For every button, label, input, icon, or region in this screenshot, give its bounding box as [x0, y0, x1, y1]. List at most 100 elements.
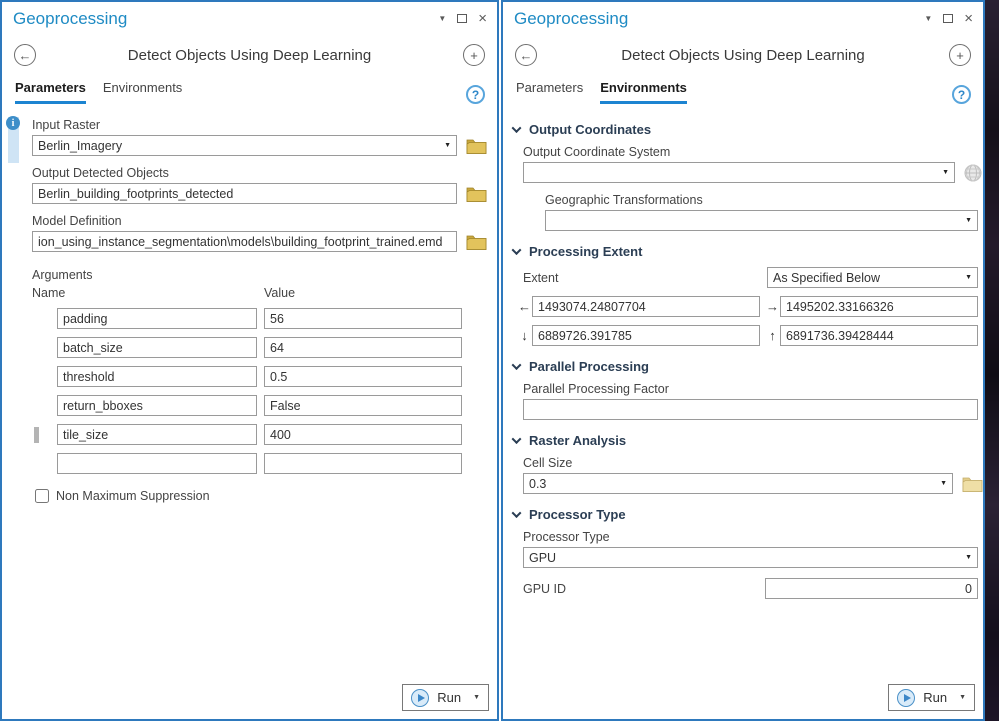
input-raster-value: Berlin_Imagery	[38, 139, 122, 153]
run-play-icon	[897, 689, 915, 707]
processor-type-combobox[interactable]: GPU ▼	[523, 547, 978, 568]
tool-title: Detect Objects Using Deep Learning	[537, 47, 949, 64]
output-label: Output Detected Objects	[32, 166, 497, 180]
arg-name-input[interactable]	[57, 337, 257, 358]
name-column-header: Name	[32, 286, 264, 300]
auto-hide-icon[interactable]: ▼	[438, 15, 446, 23]
section-chevron-icon	[512, 508, 522, 518]
arg-value-input[interactable]	[264, 308, 462, 329]
app-screen: Geoprocessing ▼ × ← Detect Objects Using…	[0, 0, 999, 721]
plus-icon: +	[470, 48, 478, 63]
auto-hide-icon[interactable]: ▼	[924, 15, 932, 23]
section-header[interactable]: Processor Type	[513, 507, 983, 522]
run-options-caret-icon[interactable]: ▼	[959, 694, 966, 701]
back-button[interactable]: ←	[14, 44, 36, 66]
close-icon[interactable]: ×	[964, 11, 973, 26]
arguments-headers: Name Value	[32, 286, 497, 300]
value-column-header: Value	[264, 286, 295, 300]
help-button[interactable]: ?	[466, 85, 485, 104]
section-output-coordinates: Output Coordinates Output Coordinate Sys…	[503, 122, 983, 231]
help-icon: ?	[958, 88, 965, 102]
add-to-model-button[interactable]: +	[949, 44, 971, 66]
run-options-caret-icon[interactable]: ▼	[473, 694, 480, 701]
north-arrow-icon: ↑	[765, 328, 780, 343]
info-icon: i	[6, 116, 20, 130]
output-input[interactable]	[32, 183, 457, 204]
tab-parameters[interactable]: Parameters	[516, 80, 583, 104]
west-arrow-icon: ←	[517, 299, 532, 314]
run-button[interactable]: Run ▼	[402, 684, 489, 711]
row-drag-handle[interactable]	[34, 427, 39, 443]
browse-button[interactable]	[962, 476, 983, 492]
folder-icon	[466, 234, 487, 250]
pane-footer: Run ▼	[402, 684, 489, 711]
section-header[interactable]: Processing Extent	[513, 244, 983, 259]
section-title: Raster Analysis	[529, 433, 626, 448]
back-button[interactable]: ←	[515, 44, 537, 66]
model-input[interactable]	[32, 231, 457, 252]
extent-south-input[interactable]	[532, 325, 760, 346]
extent-row-west-east: ← →	[517, 296, 983, 317]
tab-parameters[interactable]: Parameters	[15, 80, 86, 104]
arg-name-input[interactable]	[57, 424, 257, 445]
arg-name-input[interactable]	[57, 308, 257, 329]
browse-button[interactable]	[466, 138, 487, 154]
ocs-label: Output Coordinate System	[523, 145, 983, 159]
section-title: Processing Extent	[529, 244, 642, 259]
section-header[interactable]: Raster Analysis	[513, 433, 983, 448]
help-icon: ?	[472, 88, 479, 102]
argument-row	[57, 453, 497, 474]
input-raster-combobox[interactable]: Berlin_Imagery ▼	[32, 135, 457, 156]
ppf-input[interactable]	[523, 399, 978, 420]
close-icon[interactable]: ×	[478, 11, 487, 26]
chevron-down-icon: ▼	[444, 142, 451, 149]
help-button[interactable]: ?	[952, 85, 971, 104]
run-label: Run	[437, 690, 461, 705]
select-coordinate-system-button[interactable]	[964, 164, 982, 182]
arg-name-input[interactable]	[57, 395, 257, 416]
arg-value-input[interactable]	[264, 453, 462, 474]
nms-checkbox[interactable]	[35, 489, 49, 503]
input-raster-label: Input Raster	[32, 118, 497, 132]
tabs-row: Parameters Environments ?	[503, 70, 983, 104]
section-header[interactable]: Output Coordinates	[513, 122, 983, 137]
processor-type-label: Processor Type	[523, 530, 983, 544]
gpu-id-input[interactable]	[765, 578, 978, 599]
chevron-down-icon: ▼	[942, 169, 949, 176]
ocs-combobox[interactable]: ▼	[523, 162, 955, 183]
tab-environments[interactable]: Environments	[600, 80, 687, 104]
back-arrow-icon: ←	[19, 48, 32, 63]
extent-mode-combobox[interactable]: As Specified Below ▼	[767, 267, 978, 288]
cell-size-combobox[interactable]: 0.3 ▼	[523, 473, 953, 494]
run-button[interactable]: Run ▼	[888, 684, 975, 711]
folder-icon	[466, 186, 487, 202]
tab-environments[interactable]: Environments	[103, 80, 182, 104]
extent-east-input[interactable]	[780, 296, 978, 317]
gt-combobox[interactable]: ▼	[545, 210, 978, 231]
extent-north-input[interactable]	[780, 325, 978, 346]
float-window-icon[interactable]	[457, 14, 467, 23]
model-definition-field: Model Definition	[32, 214, 497, 252]
arg-value-input[interactable]	[264, 366, 462, 387]
section-processing-extent: Processing Extent Extent As Specified Be…	[503, 244, 983, 346]
arg-value-input[interactable]	[264, 337, 462, 358]
argument-row	[57, 366, 497, 387]
arg-name-input[interactable]	[57, 366, 257, 387]
tool-title: Detect Objects Using Deep Learning	[36, 47, 463, 64]
section-chevron-icon	[512, 434, 522, 444]
arg-value-input[interactable]	[264, 424, 462, 445]
extent-west-input[interactable]	[532, 296, 760, 317]
section-chevron-icon	[512, 123, 522, 133]
browse-button[interactable]	[466, 234, 487, 250]
chevron-down-icon: ▼	[965, 554, 972, 561]
float-window-icon[interactable]	[943, 14, 953, 23]
arg-name-input[interactable]	[57, 453, 257, 474]
tool-header: ← Detect Objects Using Deep Learning +	[503, 35, 983, 70]
section-header[interactable]: Parallel Processing	[513, 359, 983, 374]
browse-button[interactable]	[466, 186, 487, 202]
cell-size-label: Cell Size	[523, 456, 983, 470]
geoprocessing-pane-parameters: Geoprocessing ▼ × ← Detect Objects Using…	[0, 0, 499, 721]
add-to-model-button[interactable]: +	[463, 44, 485, 66]
arg-value-input[interactable]	[264, 395, 462, 416]
section-title: Processor Type	[529, 507, 626, 522]
